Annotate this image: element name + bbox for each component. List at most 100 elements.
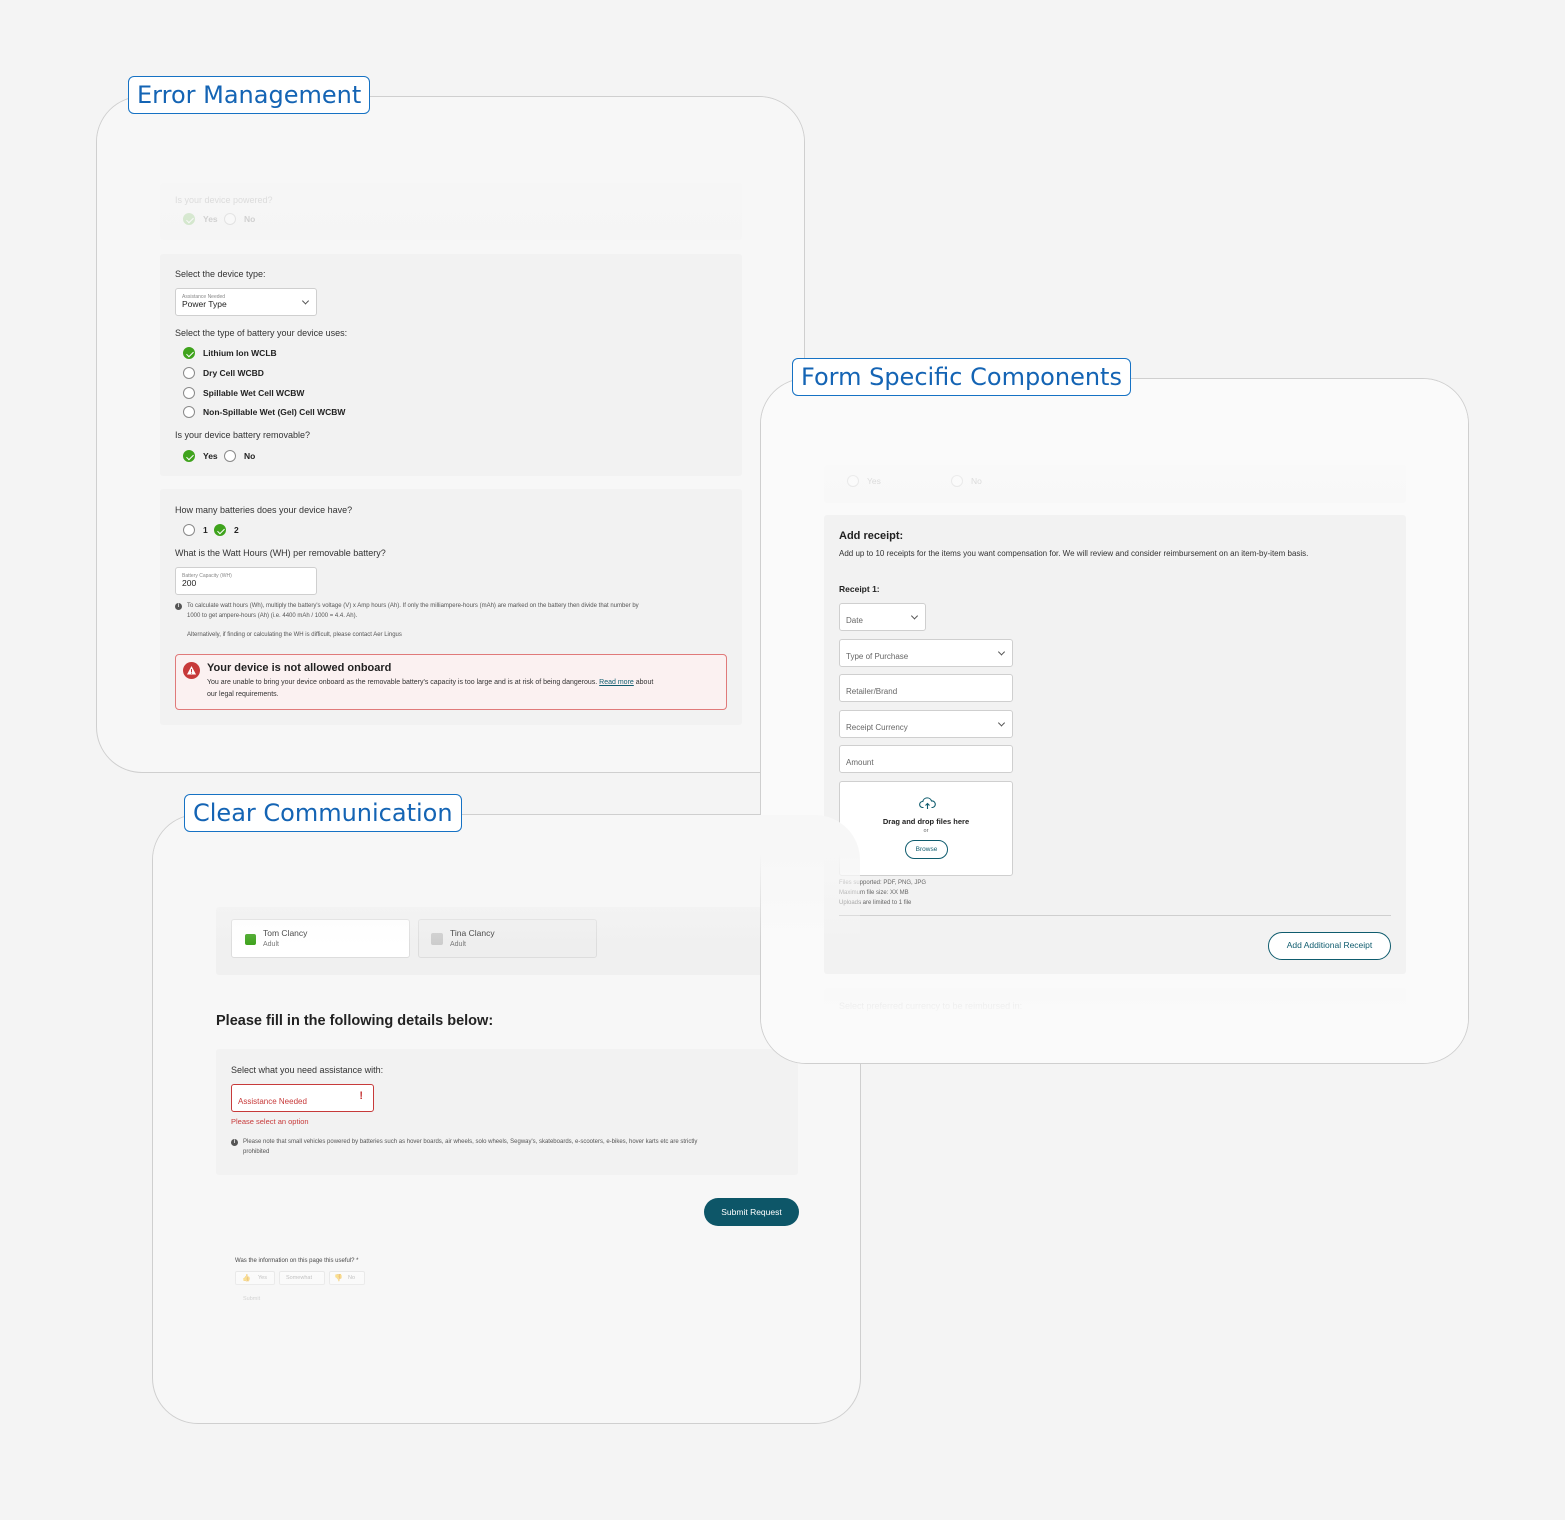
faded-footer-text: Select preferred currency to be reimburs… bbox=[839, 1001, 1023, 1011]
alert-body-end: about bbox=[635, 679, 654, 686]
device-type-select[interactable]: Assistance Needed Power Type bbox=[175, 288, 317, 316]
receipt-number-label: Receipt 1: bbox=[839, 584, 880, 594]
feedback-no-button[interactable]: 👎 No bbox=[329, 1271, 365, 1285]
add-additional-receipt-button[interactable]: Add Additional Receipt bbox=[1268, 932, 1391, 960]
faded-footer-card: Select preferred currency to be reimburs… bbox=[824, 988, 1406, 1028]
chevron-down-icon bbox=[910, 612, 919, 620]
dropzone-or: or bbox=[923, 828, 929, 834]
feedback-submit[interactable]: Submit bbox=[243, 1296, 260, 1302]
powered-no-label: No bbox=[244, 214, 256, 224]
faded-no-label: No bbox=[971, 476, 982, 486]
retailer-input[interactable]: Retailer/Brand bbox=[839, 674, 1013, 702]
thumbs-down-icon: 👎 bbox=[334, 1275, 343, 1282]
faded-yes-label: Yes bbox=[867, 476, 881, 486]
file-dropzone[interactable]: Drag and drop files here or Browse bbox=[839, 781, 1013, 876]
battery-option-radio[interactable] bbox=[183, 387, 195, 399]
removable-yes-label: Yes bbox=[203, 451, 218, 461]
battery-option-radio[interactable] bbox=[183, 406, 195, 418]
info-icon: i bbox=[231, 1139, 238, 1146]
removable-question: Is your device battery removable? bbox=[175, 430, 311, 440]
battery-question: Select the type of battery your device u… bbox=[175, 328, 348, 338]
feedback-no-label: No bbox=[348, 1275, 356, 1281]
purchase-type-placeholder: Type of Purchase bbox=[846, 652, 909, 661]
battery-capacity-input[interactable]: Battery Capacity (WH) 200 bbox=[175, 567, 317, 595]
faded-no-radio[interactable] bbox=[951, 475, 963, 487]
capacity-field-value: 200 bbox=[182, 578, 197, 588]
purchase-type-select[interactable]: Type of Purchase bbox=[839, 639, 1013, 667]
passenger-card: Tom Clancy Adult Tina Clancy Adult bbox=[216, 907, 816, 975]
count-2-radio[interactable] bbox=[214, 524, 226, 536]
removable-no-radio[interactable] bbox=[224, 450, 236, 462]
alert-title: Your device is not allowed onboard bbox=[207, 662, 392, 674]
file-note: Maximum file size: XX MB bbox=[839, 890, 909, 896]
assistance-placeholder: Assistance Needed bbox=[238, 1097, 307, 1106]
battery-option-label: Lithium Ion WCLB bbox=[203, 348, 277, 358]
powered-no-radio[interactable] bbox=[224, 213, 236, 225]
checkbox-checked-icon[interactable] bbox=[245, 934, 256, 945]
removable-no-label: No bbox=[244, 451, 256, 461]
error-management-panel: Is your device powered? Yes No Select th… bbox=[96, 96, 805, 773]
error-exclamation-icon: ! bbox=[359, 1090, 363, 1102]
battery-option-radio[interactable] bbox=[183, 367, 195, 379]
feedback-somewhat-button[interactable]: Somewhat bbox=[279, 1271, 325, 1285]
passenger-tile[interactable]: Tina Clancy Adult bbox=[418, 919, 597, 958]
date-placeholder: Date bbox=[846, 616, 863, 625]
chevron-down-icon bbox=[997, 648, 1006, 656]
amount-placeholder: Amount bbox=[846, 758, 874, 767]
device-type-label: Select the device type: bbox=[175, 269, 266, 279]
passenger-name: Tom Clancy bbox=[263, 928, 308, 938]
feedback-somewhat-label: Somewhat bbox=[286, 1275, 312, 1281]
checkbox-unchecked-icon[interactable] bbox=[431, 933, 443, 945]
note-line: prohibited bbox=[243, 1149, 270, 1155]
passenger-tile[interactable]: Tom Clancy Adult bbox=[231, 919, 410, 958]
count-1-radio[interactable] bbox=[183, 524, 195, 536]
assistance-card: Select what you need assistance with: As… bbox=[216, 1049, 798, 1175]
receipt-card: Add receipt: Add up to 10 receipts for t… bbox=[824, 515, 1406, 974]
note-line: Please note that small vehicles powered … bbox=[243, 1139, 698, 1145]
submit-request-button[interactable]: Submit Request bbox=[704, 1198, 799, 1226]
amount-input[interactable]: Amount bbox=[839, 745, 1013, 773]
error-management-tag: Error Management bbox=[128, 76, 371, 114]
assistance-select[interactable]: Assistance Needed ! bbox=[231, 1084, 374, 1112]
info-text-line: Alternatively, if finding or calculating… bbox=[187, 632, 402, 638]
watt-question: What is the Watt Hours (WH) per removabl… bbox=[175, 548, 386, 558]
passenger-type: Adult bbox=[263, 941, 279, 948]
chevron-down-icon bbox=[301, 297, 310, 305]
removable-yes-radio[interactable] bbox=[183, 450, 195, 462]
receipt-subtitle: Add up to 10 receipts for the items you … bbox=[839, 549, 1309, 558]
file-note: Uploads are limited to 1 file bbox=[839, 900, 912, 906]
battery-option-label: Spillable Wet Cell WCBW bbox=[203, 388, 305, 398]
date-select[interactable]: Date bbox=[839, 603, 926, 631]
currency-select[interactable]: Receipt Currency bbox=[839, 710, 1013, 738]
read-more-link[interactable]: Read more bbox=[599, 679, 634, 686]
count-question: How many batteries does your device have… bbox=[175, 505, 353, 515]
thumbs-up-icon: 👍 bbox=[242, 1275, 251, 1282]
feedback-yes-label: Yes bbox=[258, 1275, 267, 1281]
chevron-down-icon bbox=[997, 719, 1006, 727]
feedback-yes-button[interactable]: 👍 Yes bbox=[235, 1271, 275, 1285]
browse-button[interactable]: Browse bbox=[905, 840, 948, 859]
battery-option-radio[interactable] bbox=[183, 347, 195, 359]
divider bbox=[839, 915, 1391, 916]
info-text-line: To calculate watt hours (Wh), multiply t… bbox=[187, 603, 639, 609]
details-heading: Please fill in the following details bel… bbox=[216, 1013, 494, 1029]
alert-body: You are unable to bring your device onbo… bbox=[207, 679, 653, 686]
currency-placeholder: Receipt Currency bbox=[846, 723, 908, 732]
faded-yes-radio[interactable] bbox=[847, 475, 859, 487]
warning-icon bbox=[183, 662, 200, 679]
powered-yes-radio[interactable] bbox=[183, 213, 195, 225]
form-components-panel: Yes No Add receipt: Add up to 10 receipt… bbox=[760, 378, 1469, 1064]
feedback-question: Was the information on this page this us… bbox=[235, 1258, 359, 1264]
dropzone-title: Drag and drop files here bbox=[882, 817, 970, 826]
battery-capacity-card: How many batteries does your device have… bbox=[160, 489, 742, 725]
assistance-label: Select what you need assistance with: bbox=[231, 1065, 384, 1075]
powered-card: Is your device powered? Yes No bbox=[160, 183, 742, 240]
form-components-tag: Form Specific Components bbox=[792, 358, 1131, 396]
error-alert: Your device is not allowed onboard You a… bbox=[175, 654, 727, 710]
alert-body-line2: our legal requirements. bbox=[207, 691, 279, 698]
count-1-label: 1 bbox=[203, 525, 208, 535]
clear-communication-tag: Clear Communication bbox=[184, 794, 462, 832]
battery-option-label: Dry Cell WCBD bbox=[203, 368, 264, 378]
clear-communication-panel: Tom Clancy Adult Tina Clancy Adult Pleas… bbox=[152, 814, 861, 1424]
retailer-placeholder: Retailer/Brand bbox=[846, 687, 898, 696]
